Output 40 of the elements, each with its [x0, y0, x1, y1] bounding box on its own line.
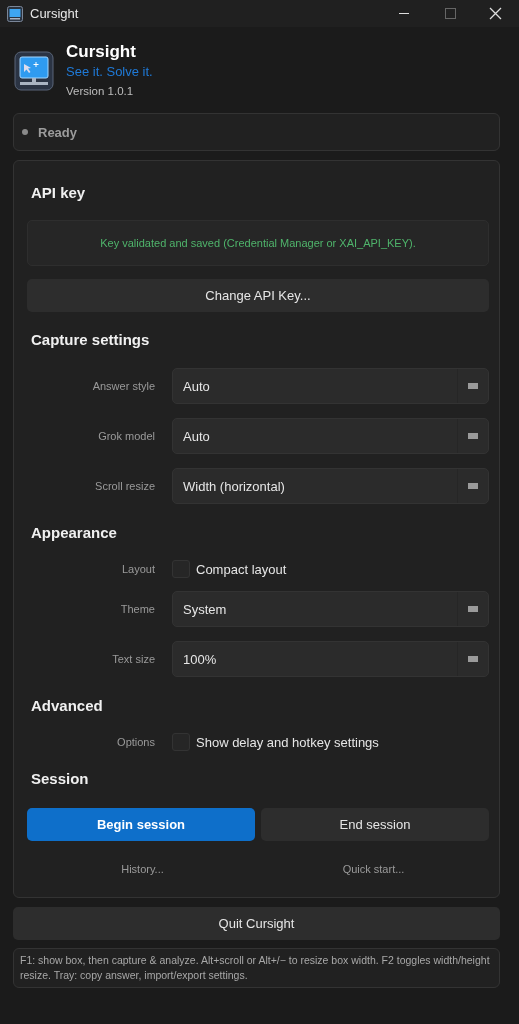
checkbox-label: Compact layout	[196, 561, 287, 577]
dropdown-icon	[468, 606, 478, 612]
status-dot-icon	[22, 129, 28, 135]
dropdown[interactable]: System	[172, 591, 489, 627]
monitor-logo-icon	[14, 51, 54, 91]
primary-button[interactable]: Begin session	[27, 808, 255, 841]
link[interactable]: History...	[27, 863, 258, 885]
section-heading: Capture settings	[30, 330, 151, 350]
tagline: See it. Solve it.	[66, 63, 153, 81]
dropdown-icon	[468, 383, 478, 389]
setting-label: Theme	[119, 603, 155, 615]
setting-label: Text size	[111, 653, 155, 665]
dropdown-icon	[468, 433, 478, 439]
help-text: F1: show box, then capture & analyze. Alt+scroll or Alt+/− to resize box width. F2 toggles width/height resize. Tray: copy answer, import/export settings.	[20, 954, 490, 981]
dropdown[interactable]: 100%	[172, 641, 489, 677]
section-heading: Session	[30, 769, 90, 789]
dropdown[interactable]: Auto	[172, 368, 489, 404]
section-heading: Advanced	[30, 696, 104, 716]
app-icon	[7, 5, 23, 22]
version-label: Version 1.0.1	[66, 84, 135, 99]
setting-label: Scroll resize	[94, 480, 155, 492]
status-text: Ready	[38, 124, 78, 140]
checkbox-label: Show delay and hotkey settings	[196, 734, 379, 750]
link[interactable]: Quick start...	[258, 863, 489, 885]
setting-label: Answer style	[91, 380, 155, 392]
dropdown[interactable]: Auto	[172, 418, 489, 454]
dropdown-icon	[468, 483, 478, 489]
change-api-key-button[interactable]: Change API Key...	[27, 279, 489, 312]
window-title: Cursight	[30, 6, 79, 21]
section-heading: API key	[30, 183, 87, 203]
key-status-message: Key validated and saved (Credential Manager or XAI_API_KEY).	[100, 237, 416, 249]
dropdown-icon	[468, 656, 478, 662]
session-button[interactable]: End session	[261, 808, 489, 841]
section-heading: Appearance	[30, 523, 118, 543]
app-name: Cursight	[66, 41, 137, 63]
quit-button[interactable]: Quit Cursight	[13, 907, 500, 940]
setting-label: Grok model	[97, 430, 155, 442]
dropdown[interactable]: Width (horizontal)	[172, 468, 489, 504]
setting-label: Options	[116, 736, 155, 748]
setting-label: Layout	[120, 563, 155, 575]
